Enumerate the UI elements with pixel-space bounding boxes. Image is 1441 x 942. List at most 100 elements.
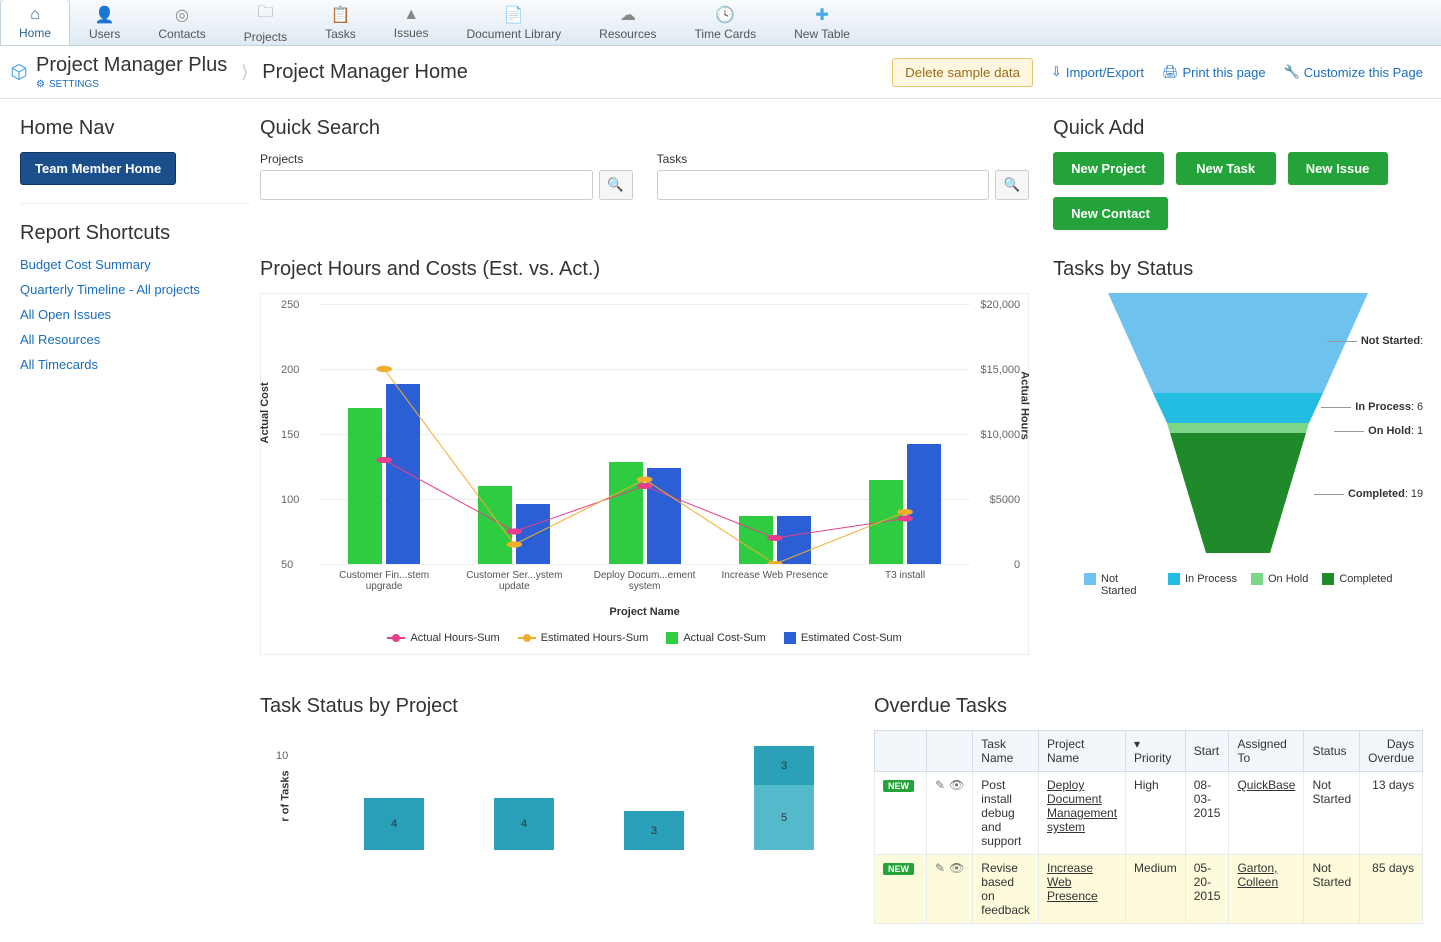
app-title[interactable]: Project Manager Plus — [36, 54, 227, 77]
x-axis-label: Project Name — [271, 606, 1018, 618]
col-projectname[interactable]: Project Name — [1039, 731, 1126, 772]
legend-mark-blue — [784, 632, 796, 644]
legend-mark-pink — [387, 637, 405, 639]
tasks-search-input[interactable] — [657, 170, 990, 200]
edit-icon[interactable]: ✎ — [935, 778, 945, 792]
cell-priority: Medium — [1126, 855, 1186, 924]
new-contact-button[interactable]: New Contact — [1053, 197, 1168, 230]
legend-inprocess-icon — [1168, 573, 1180, 585]
chart-hours-costs: Project Hours and Costs (Est. vs. Act.) … — [260, 258, 1029, 655]
delete-sample-button[interactable]: Delete sample data — [892, 58, 1033, 87]
tab-contacts[interactable]: ◎Contacts — [139, 0, 224, 45]
link-open-issues[interactable]: All Open Issues — [20, 307, 111, 322]
new-badge: NEW — [883, 780, 914, 792]
customize-link[interactable]: 🔧Customize this Page — [1284, 64, 1423, 80]
legend-notstarted-icon — [1084, 573, 1096, 585]
edit-icon[interactable]: ✎ — [935, 861, 945, 875]
tab-timecards[interactable]: 🕓Time Cards — [676, 0, 776, 45]
team-member-home-button[interactable]: Team Member Home — [20, 152, 176, 185]
settings-link[interactable]: ⚙SETTINGS — [36, 79, 227, 90]
tab-home[interactable]: ⌂Home — [0, 0, 70, 45]
user-icon: 👤 — [95, 5, 115, 25]
home-icon: ⌂ — [30, 6, 40, 24]
projects-search-button[interactable]: 🔍 — [599, 170, 633, 200]
table-row[interactable]: NEW ✎ 👁 Post install debug and support D… — [875, 772, 1423, 855]
main-content: Quick Search Projects 🔍 . Tasks 🔍 — [250, 117, 1423, 924]
legend-mark-gold — [518, 637, 536, 639]
funnel-legend: Not Started In Process On Hold Completed — [1053, 573, 1423, 597]
eye-icon[interactable]: 👁 — [949, 778, 964, 792]
assigned-link[interactable]: QuickBase — [1237, 778, 1295, 792]
cell-status: Not Started — [1304, 772, 1360, 855]
col-priority[interactable]: ▾Priority — [1126, 731, 1186, 772]
tab-users[interactable]: 👤Users — [70, 0, 139, 45]
top-nav: ⌂Home 👤Users ◎Contacts 🗀Projects 📋Tasks … — [0, 0, 1441, 46]
col-start[interactable]: Start — [1185, 731, 1229, 772]
y-axis-left-label: Actual Cost — [259, 382, 271, 443]
new-project-button[interactable]: New Project — [1053, 152, 1163, 185]
report-shortcuts-heading: Report Shortcuts — [20, 222, 250, 245]
printer-icon: 🖨 — [1162, 64, 1179, 80]
link-budget-cost[interactable]: Budget Cost Summary — [20, 257, 151, 272]
new-badge: NEW — [883, 863, 914, 875]
sidebar: Home Nav Team Member Home Report Shortcu… — [20, 117, 250, 924]
print-link[interactable]: 🖨Print this page — [1162, 64, 1266, 80]
task-status-title: Task Status by Project — [260, 695, 850, 718]
tab-resources[interactable]: ☁Resources — [580, 0, 675, 45]
link-all-resources[interactable]: All Resources — [20, 332, 100, 347]
plus-icon: ✚ — [815, 5, 828, 25]
tab-projects[interactable]: 🗀Projects — [225, 0, 306, 45]
app-cube-icon — [10, 63, 28, 81]
folder-icon: 🗀 — [257, 1, 273, 28]
document-icon: 📄 — [504, 5, 524, 25]
projects-search-input[interactable] — [260, 170, 593, 200]
funnel-title: Tasks by Status — [1053, 258, 1423, 281]
new-task-button[interactable]: New Task — [1176, 152, 1276, 185]
tab-newtable[interactable]: ✚New Table — [775, 0, 869, 45]
warning-icon: ▲ — [403, 6, 419, 24]
col-actions[interactable] — [927, 731, 973, 772]
new-issue-button[interactable]: New Issue — [1288, 152, 1388, 185]
col-new[interactable] — [875, 731, 927, 772]
assigned-link[interactable]: Garton, Colleen — [1237, 861, 1278, 889]
cell-priority: High — [1126, 772, 1186, 855]
search-icon: 🔍 — [607, 177, 624, 192]
quick-search-heading: Quick Search — [260, 117, 633, 140]
import-export-link[interactable]: ⇩Import/Export — [1051, 64, 1144, 80]
legend-onhold-icon — [1251, 573, 1263, 585]
link-all-timecards[interactable]: All Timecards — [20, 357, 98, 372]
table-row[interactable]: NEW ✎ 👁 Revise based on feedback Increas… — [875, 855, 1423, 924]
contacts-icon: ◎ — [175, 5, 189, 25]
overdue-title: Overdue Tasks — [874, 695, 1423, 718]
quick-search-projects: Quick Search Projects 🔍 — [260, 117, 633, 230]
tasks-search-button[interactable]: 🔍 — [995, 170, 1029, 200]
tab-tasks[interactable]: 📋Tasks — [306, 0, 375, 45]
import-icon: ⇩ — [1051, 64, 1062, 80]
tab-issues[interactable]: ▲Issues — [375, 0, 448, 45]
project-link[interactable]: Increase Web Presence — [1047, 861, 1098, 903]
y-axis-label: r of Tasks — [280, 770, 292, 821]
overdue-table: Task Name Project Name ▾Priority Start A… — [874, 730, 1423, 924]
eye-icon[interactable]: 👁 — [949, 861, 964, 875]
tasks-label: Tasks — [657, 152, 1030, 166]
col-status[interactable]: Status — [1304, 731, 1360, 772]
sort-icon: ▾ — [1134, 737, 1140, 751]
project-link[interactable]: Deploy Document Management system — [1047, 778, 1117, 834]
chart-legend: Actual Hours-Sum Estimated Hours-Sum Act… — [271, 632, 1018, 644]
gear-icon: ⚙ — [36, 79, 45, 90]
chart-title: Project Hours and Costs (Est. vs. Act.) — [260, 258, 1029, 281]
projects-label: Projects — [260, 152, 633, 166]
chart-tasks-status: Tasks by Status Not Started: In Process:… — [1053, 258, 1423, 655]
divider — [20, 203, 250, 204]
home-nav-heading: Home Nav — [20, 117, 250, 140]
col-taskname[interactable]: Task Name — [973, 731, 1039, 772]
col-days[interactable]: Days Overdue — [1360, 731, 1423, 772]
overdue-tasks: Overdue Tasks Task Name Project Name ▾Pr… — [874, 695, 1423, 924]
cell-days: 13 days — [1360, 772, 1423, 855]
cell-start: 05-20-2015 — [1185, 855, 1229, 924]
cell-days: 85 days — [1360, 855, 1423, 924]
tab-doclib[interactable]: 📄Document Library — [447, 0, 580, 45]
col-assigned[interactable]: Assigned To — [1229, 731, 1304, 772]
link-quarterly-timeline[interactable]: Quarterly Timeline - All projects — [20, 282, 200, 297]
chart-task-status-project: Task Status by Project r of Tasks 104435… — [260, 695, 850, 924]
